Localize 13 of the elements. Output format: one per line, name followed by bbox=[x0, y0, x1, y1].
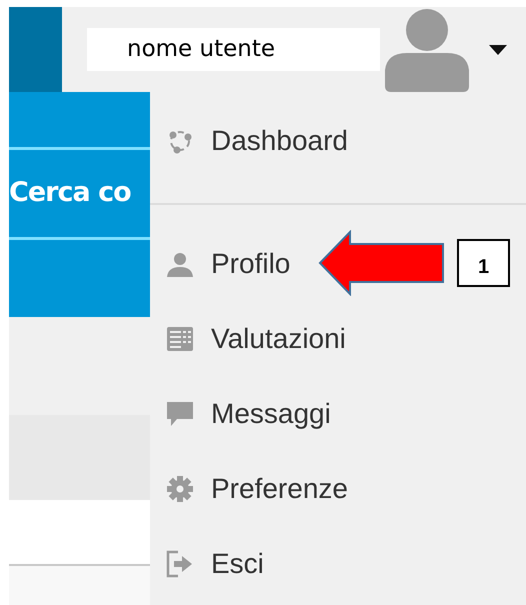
menu-item[interactable]: Messaggi bbox=[150, 392, 335, 434]
menu-item[interactable]: Esci bbox=[150, 542, 268, 584]
menu-item[interactable]: Valutazioni bbox=[150, 318, 350, 360]
table-icon bbox=[166, 324, 194, 352]
gear-icon bbox=[166, 474, 194, 502]
menu-item[interactable]: Dashboard bbox=[150, 120, 352, 162]
speech-bubble-icon bbox=[166, 400, 194, 428]
caret-down-icon[interactable] bbox=[489, 44, 507, 54]
menu-item[interactable]: Preferenze bbox=[150, 468, 352, 510]
username-field: nome utente bbox=[87, 28, 380, 71]
menu-item[interactable]: Profilo bbox=[150, 242, 294, 284]
annotation-number: 1 bbox=[457, 239, 510, 287]
exit-icon bbox=[166, 550, 194, 578]
